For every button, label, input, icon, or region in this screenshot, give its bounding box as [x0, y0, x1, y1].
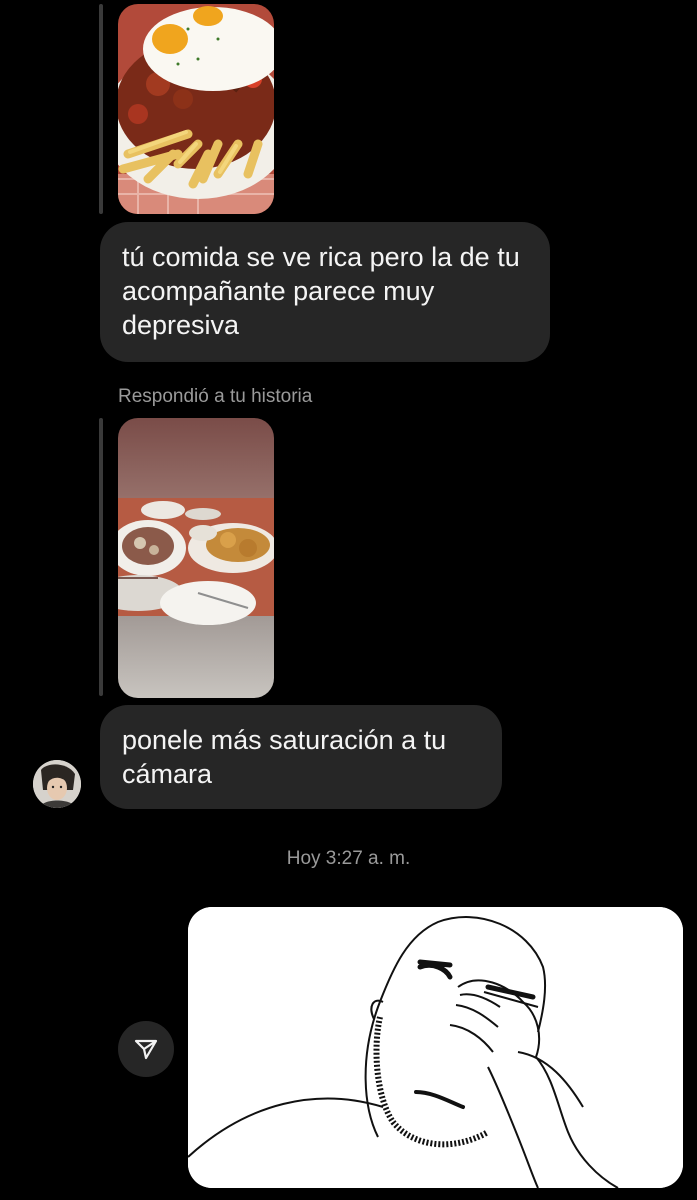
message-text: ponele más saturación a tu cámara: [122, 725, 447, 789]
message-bubble-incoming[interactable]: tú comida se ve rica pero la de tu acomp…: [100, 222, 550, 362]
message-bubble-incoming[interactable]: ponele más saturación a tu cámara: [100, 705, 502, 809]
story-thumbnail-restaurant[interactable]: [118, 418, 274, 698]
timestamp: Hoy 3:27 a. m.: [286, 848, 411, 869]
story-reply-indicator: [99, 4, 103, 214]
paper-plane-icon: [133, 1036, 159, 1062]
sent-image-facepalm[interactable]: [188, 907, 683, 1188]
message-text: tú comida se ve rica pero la de tu acomp…: [122, 242, 520, 340]
story-reply-header: Respondió a tu historia: [118, 386, 313, 407]
share-button[interactable]: [118, 1021, 174, 1077]
story-reply-indicator: [99, 418, 103, 696]
story-thumbnail-food[interactable]: [118, 4, 274, 214]
contact-avatar[interactable]: [33, 760, 81, 808]
